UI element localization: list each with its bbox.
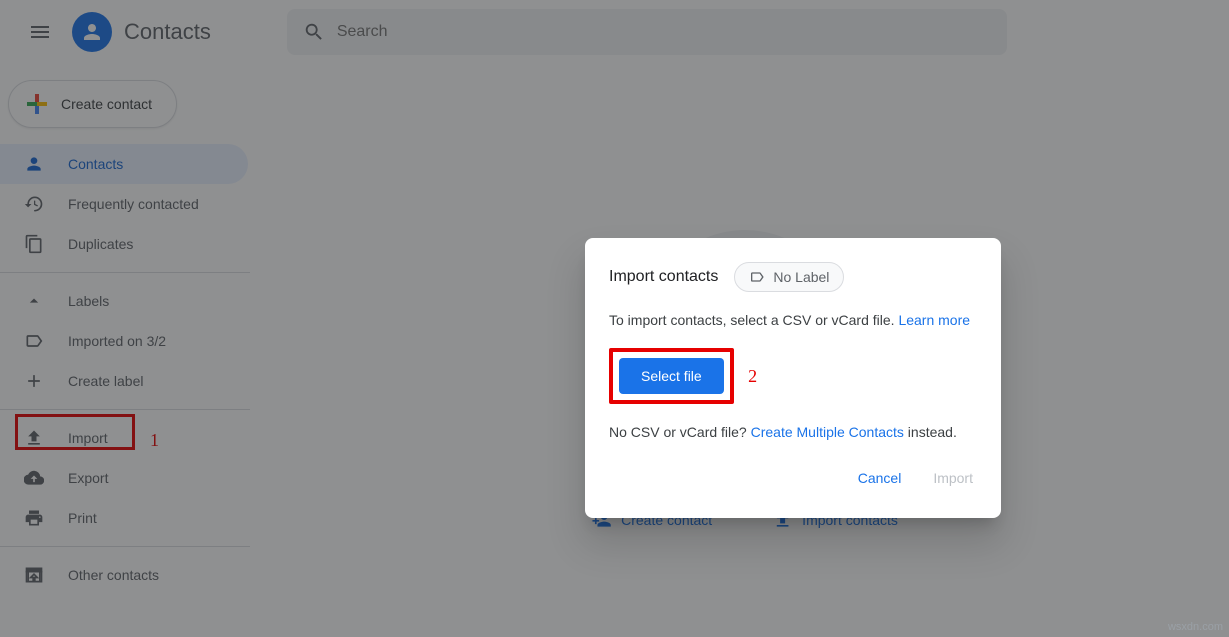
- dialog-description: To import contacts, select a CSV or vCar…: [609, 310, 977, 330]
- import-contacts-dialog: Import contacts No Label To import conta…: [585, 238, 1001, 518]
- select-file-button[interactable]: Select file: [619, 358, 724, 394]
- import-button[interactable]: Import: [929, 462, 977, 494]
- label-outline-icon: [749, 269, 765, 285]
- annotation-number-2: 2: [748, 366, 757, 387]
- dialog-title: Import contacts: [609, 268, 718, 286]
- learn-more-link[interactable]: Learn more: [898, 312, 970, 328]
- cancel-button[interactable]: Cancel: [854, 462, 906, 494]
- no-label-chip[interactable]: No Label: [734, 262, 844, 292]
- create-multiple-contacts-link[interactable]: Create Multiple Contacts: [751, 424, 904, 440]
- annotation-highlight-box-2: Select file: [609, 348, 734, 404]
- chip-label: No Label: [773, 269, 829, 285]
- dialog-alt-text: No CSV or vCard file? Create Multiple Co…: [609, 422, 977, 442]
- watermark-text: wsxdn.com: [1168, 621, 1223, 633]
